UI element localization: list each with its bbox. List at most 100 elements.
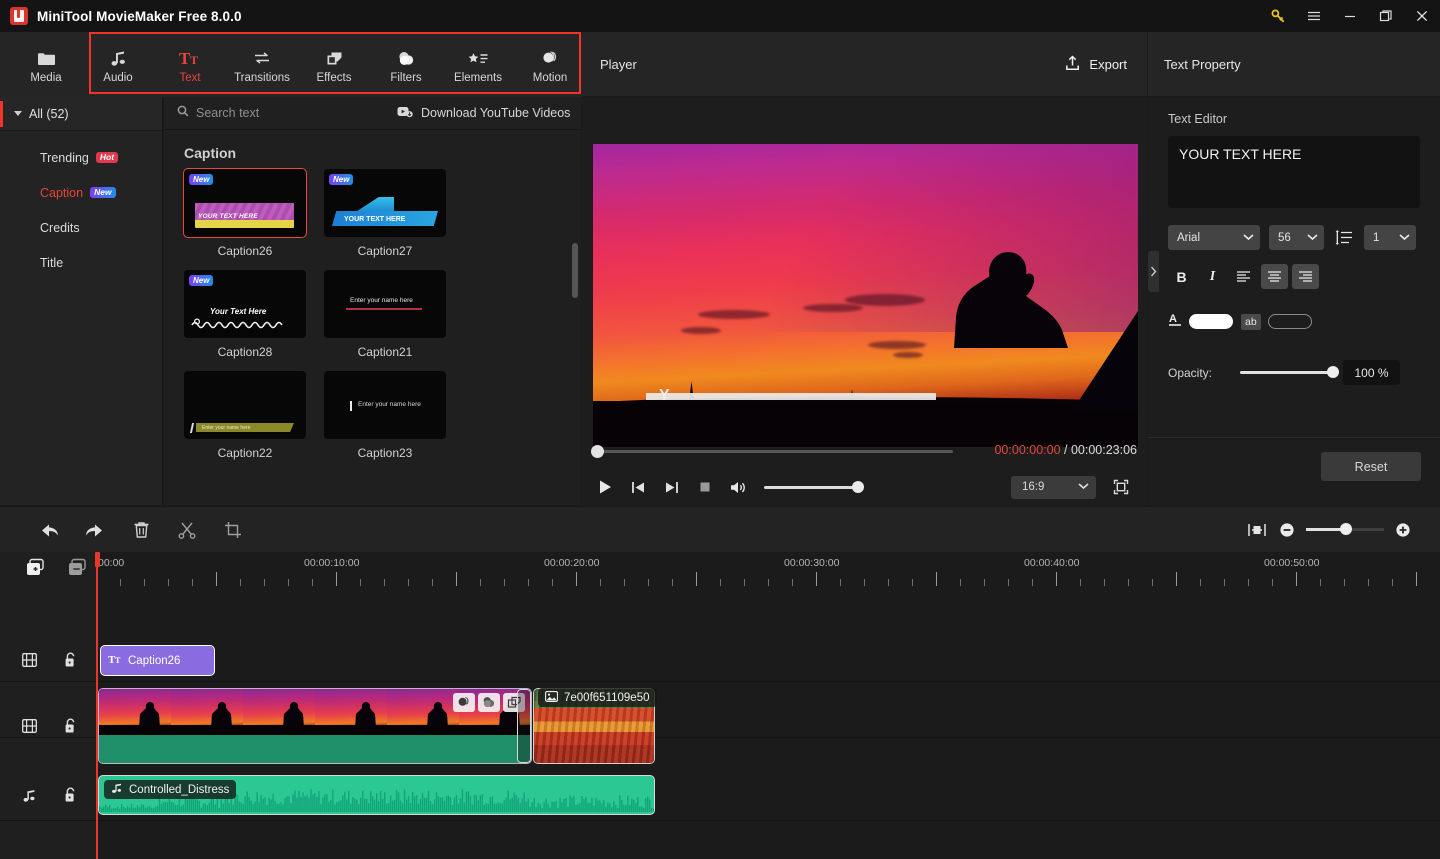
- timeline-zoom-controls: [1242, 507, 1418, 553]
- filters-icon[interactable]: [478, 693, 500, 712]
- track-row-audio[interactable]: [0, 821, 1440, 859]
- next-frame-button[interactable]: [655, 471, 688, 504]
- stop-button[interactable]: [688, 471, 721, 504]
- motion-icon[interactable]: [453, 693, 475, 712]
- library-scroll-area[interactable]: Caption New YOUR TEXT HERE Caption26 New: [164, 131, 581, 505]
- template-thumb-caption22[interactable]: Enter your name here: [184, 371, 306, 439]
- opacity-label: Opacity:: [1168, 365, 1213, 380]
- tab-effects[interactable]: Effects: [298, 35, 370, 95]
- minimize-icon[interactable]: [1332, 0, 1368, 32]
- template-cell[interactable]: New YOUR TEXT HERE Caption26: [183, 168, 307, 258]
- tab-media[interactable]: Media: [10, 35, 82, 95]
- timeline-clip-video-1[interactable]: [98, 688, 532, 764]
- font-family-select[interactable]: Arial: [1168, 225, 1260, 250]
- tab-filters[interactable]: Filters: [370, 35, 442, 95]
- aspect-ratio-select[interactable]: 16:9: [1011, 475, 1096, 499]
- timeline-zoom-slider[interactable]: [1306, 523, 1384, 536]
- category-all[interactable]: All (52): [0, 97, 162, 131]
- ruler-tick: [1320, 579, 1321, 586]
- video-preview[interactable]: Y: [593, 144, 1138, 447]
- volume-slider[interactable]: [764, 480, 864, 493]
- line-spacing-icon[interactable]: [1333, 229, 1355, 246]
- caption23-art-text: Enter your name here: [358, 401, 421, 408]
- download-youtube-videos-button[interactable]: Download YouTube Videos: [397, 106, 570, 121]
- register-key-icon[interactable]: [1260, 0, 1296, 32]
- seek-slider-knob[interactable]: [591, 445, 604, 458]
- add-video-track-icon[interactable]: [25, 558, 45, 583]
- zoom-in-button[interactable]: [1388, 507, 1418, 553]
- playhead[interactable]: [95, 552, 100, 859]
- collapse-panel-handle[interactable]: [1148, 251, 1159, 292]
- outline-color-swatch[interactable]: [1267, 314, 1312, 329]
- library-scrollbar-thumb[interactable]: [572, 243, 578, 298]
- tab-elements[interactable]: Elements: [442, 35, 514, 95]
- tab-text[interactable]: TT Text: [154, 35, 226, 95]
- export-button[interactable]: Export: [1065, 54, 1127, 74]
- category-item-caption[interactable]: Caption New: [0, 175, 162, 210]
- template-thumb-caption26[interactable]: New YOUR TEXT HERE: [183, 168, 307, 238]
- close-icon[interactable]: [1404, 0, 1440, 32]
- tab-motion[interactable]: Motion: [514, 35, 586, 95]
- template-cell[interactable]: Enter your name here Caption22: [184, 371, 306, 460]
- timeline-ruler[interactable]: 00:00 00:00:10:00 00:00:20:00 00:00:30:0…: [96, 552, 1440, 594]
- template-cell[interactable]: Enter your name here Caption23: [324, 371, 446, 460]
- menu-icon[interactable]: [1296, 0, 1332, 32]
- fill-color-swatch[interactable]: [1189, 314, 1233, 329]
- ruler-tick: [504, 579, 505, 586]
- track-row-spacer[interactable]: [0, 594, 1440, 682]
- category-item-trending[interactable]: Trending Hot: [0, 140, 162, 175]
- filmstrip-frame: [171, 689, 243, 737]
- ruler-tick: [528, 579, 529, 586]
- align-center-button[interactable]: [1261, 264, 1288, 289]
- category-item-title[interactable]: Title: [0, 245, 162, 280]
- template-thumb-caption27[interactable]: New YOUR TEXT HERE: [324, 169, 446, 237]
- italic-button[interactable]: I: [1199, 264, 1226, 289]
- reset-button[interactable]: Reset: [1321, 452, 1421, 481]
- align-right-button[interactable]: [1292, 264, 1319, 289]
- opacity-row: Opacity: 100 %: [1168, 360, 1440, 385]
- align-left-button[interactable]: [1230, 264, 1257, 289]
- opacity-slider-knob[interactable]: [1327, 366, 1339, 379]
- volume-icon[interactable]: [721, 471, 754, 504]
- timeline-clip-caption26[interactable]: TT Caption26: [100, 645, 215, 676]
- template-thumb-caption21[interactable]: Enter your name here: [324, 270, 446, 338]
- crop-button[interactable]: [210, 507, 256, 553]
- play-button[interactable]: [589, 471, 622, 504]
- ruler-tick: [1056, 572, 1057, 586]
- search-input[interactable]: [196, 106, 346, 120]
- text-editor-input[interactable]: YOUR TEXT HERE: [1168, 136, 1420, 208]
- volume-slider-knob[interactable]: [852, 480, 864, 493]
- search-box[interactable]: [177, 104, 362, 122]
- restore-icon[interactable]: [1368, 0, 1404, 32]
- clip-trim-handle-right[interactable]: [517, 689, 531, 763]
- ruler-tick: [120, 579, 121, 586]
- opacity-slider[interactable]: [1240, 366, 1339, 379]
- category-label: Trending: [40, 150, 89, 165]
- undo-button[interactable]: [26, 507, 72, 553]
- zoom-out-button[interactable]: [1272, 507, 1302, 553]
- fit-to-window-icon[interactable]: [1242, 507, 1272, 553]
- redo-button[interactable]: [72, 507, 118, 553]
- tab-transitions[interactable]: Transitions: [226, 35, 298, 95]
- previous-frame-button[interactable]: [622, 471, 655, 504]
- ruler-tick: [624, 579, 625, 586]
- outline-color-control[interactable]: ab: [1241, 313, 1312, 330]
- fill-color-control[interactable]: A: [1168, 311, 1233, 332]
- line-spacing-select[interactable]: 1: [1364, 225, 1416, 250]
- zoom-slider-knob[interactable]: [1340, 523, 1352, 536]
- template-cell[interactable]: Enter your name here Caption21: [324, 270, 446, 359]
- font-size-select[interactable]: 56: [1269, 225, 1324, 250]
- template-cell[interactable]: New YOUR TEXT HERE Caption27: [324, 169, 446, 258]
- template-thumb-caption28[interactable]: New Your Text Here: [184, 270, 306, 338]
- template-thumb-caption23[interactable]: Enter your name here: [324, 371, 446, 439]
- remove-track-icon[interactable]: [67, 558, 87, 583]
- tab-audio[interactable]: Audio: [82, 35, 154, 95]
- opacity-value[interactable]: 100 %: [1343, 360, 1400, 385]
- delete-button[interactable]: [118, 507, 164, 553]
- template-cell[interactable]: New Your Text Here Caption28: [184, 270, 306, 359]
- split-button[interactable]: [164, 507, 210, 553]
- seek-slider-track[interactable]: [595, 450, 953, 453]
- category-item-credits[interactable]: Credits: [0, 210, 162, 245]
- bold-button[interactable]: B: [1168, 264, 1195, 289]
- fullscreen-button[interactable]: [1104, 471, 1137, 504]
